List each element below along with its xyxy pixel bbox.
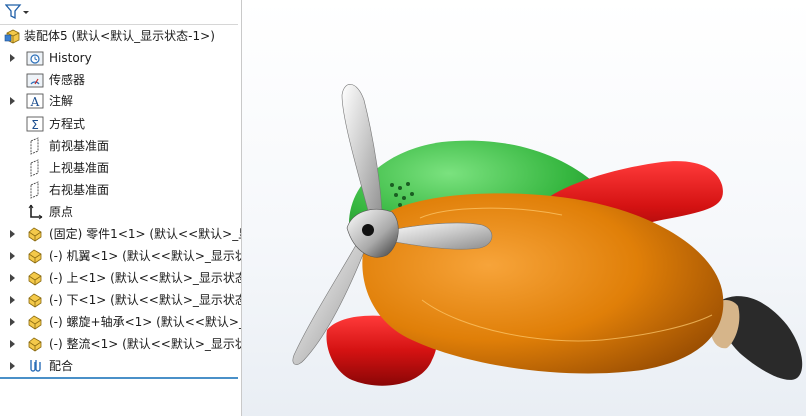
- expand-arrow-icon[interactable]: [9, 229, 17, 239]
- tree-item-label: 原点: [49, 205, 74, 219]
- expand-arrow-icon[interactable]: [9, 339, 17, 349]
- plane-icon: [30, 181, 39, 199]
- tree-item-equations[interactable]: Σ 方程式: [0, 114, 241, 135]
- expand-arrow-icon[interactable]: [9, 273, 17, 283]
- tree-item-label: (-) 下<1> (默认<<默认>_显示状态: [49, 293, 242, 307]
- part-icon: [28, 227, 42, 242]
- expand-arrow-icon[interactable]: [9, 96, 17, 106]
- part-icon: [28, 271, 42, 286]
- tree-item-label: (-) 上<1> (默认<<默认>_显示状态: [49, 271, 242, 285]
- tree-item-label: (-) 螺旋+轴承<1> (默认<<默认>_显: [49, 315, 242, 329]
- expand-arrow-icon[interactable]: [9, 295, 17, 305]
- part-icon: [28, 337, 42, 352]
- expand-arrow-icon[interactable]: [9, 251, 17, 261]
- tree-item-label: 方程式: [49, 117, 86, 131]
- tree-item-label: 上视基准面: [49, 161, 110, 175]
- part-icon: [28, 293, 42, 308]
- svg-text:Σ: Σ: [31, 118, 39, 132]
- tree-item-label: 注解: [49, 94, 74, 108]
- tree-item-history[interactable]: History: [0, 48, 241, 69]
- subassembly-icon: [28, 315, 42, 330]
- tree-item-label: (-) 整流<1> (默认<<默认>_显示状: [49, 337, 242, 351]
- tree-root-label: 装配体5 (默认<默认_显示状态-1>): [24, 29, 215, 43]
- tree-item-annotations[interactable]: A 注解: [0, 91, 241, 112]
- filter-bar: [0, 0, 238, 25]
- tree-item-label: (-) 机翼<1> (默认<<默认>_显示状: [49, 249, 242, 263]
- tree-item-front-plane[interactable]: 前视基准面: [0, 136, 241, 157]
- tree-item-right-plane[interactable]: 右视基准面: [0, 180, 241, 201]
- svg-text:A: A: [30, 95, 40, 109]
- tree-item-component-lower[interactable]: (-) 下<1> (默认<<默认>_显示状态: [0, 290, 241, 311]
- equations-folder-icon: Σ: [26, 116, 44, 132]
- tree-item-component-upper[interactable]: (-) 上<1> (默认<<默认>_显示状态: [0, 268, 241, 289]
- tree-item-label: History: [49, 51, 92, 65]
- tree-item-component-fairing[interactable]: (-) 整流<1> (默认<<默认>_显示状: [0, 334, 241, 355]
- assembly-icon: [4, 29, 20, 44]
- filter-icon[interactable]: [5, 4, 31, 20]
- tree-item-label: 右视基准面: [49, 183, 110, 197]
- tree-item-label: 前视基准面: [49, 139, 110, 153]
- origin-icon: [28, 204, 43, 220]
- plane-icon: [30, 137, 39, 155]
- graphics-viewport[interactable]: [242, 0, 806, 416]
- expand-arrow-icon[interactable]: [9, 361, 17, 371]
- expand-arrow-icon[interactable]: [9, 53, 17, 63]
- tree-item-mates[interactable]: 配合: [0, 356, 241, 377]
- tree-item-component-part1[interactable]: (固定) 零件1<1> (默认<<默认>_显: [0, 224, 241, 245]
- tree-item-component-propeller[interactable]: (-) 螺旋+轴承<1> (默认<<默认>_显: [0, 312, 241, 333]
- part-icon: [28, 249, 42, 264]
- history-folder-icon: [26, 51, 44, 66]
- tree-item-label: 配合: [49, 359, 74, 373]
- tree-end-marker: [0, 377, 238, 379]
- tree-item-label: 传感器: [49, 73, 86, 87]
- plane-icon: [30, 159, 39, 177]
- tree-item-component-wing[interactable]: (-) 机翼<1> (默认<<默认>_显示状: [0, 246, 241, 267]
- mates-icon: [30, 360, 41, 372]
- tree-item-label: (固定) 零件1<1> (默认<<默认>_显: [49, 227, 242, 241]
- airplane-model[interactable]: [242, 0, 806, 416]
- tree-item-origin[interactable]: 原点: [0, 202, 241, 223]
- sensor-folder-icon: [26, 73, 44, 88]
- feature-manager-tree: 装配体5 (默认<默认_显示状态-1>) History 传感器 A 注解 Σ …: [0, 0, 242, 416]
- tree-item-top-plane[interactable]: 上视基准面: [0, 158, 241, 179]
- tree-root-assembly[interactable]: 装配体5 (默认<默认_显示状态-1>): [0, 26, 241, 47]
- tree-item-sensors[interactable]: 传感器: [0, 70, 241, 91]
- annotations-folder-icon: A: [26, 93, 44, 109]
- expand-arrow-icon[interactable]: [9, 317, 17, 327]
